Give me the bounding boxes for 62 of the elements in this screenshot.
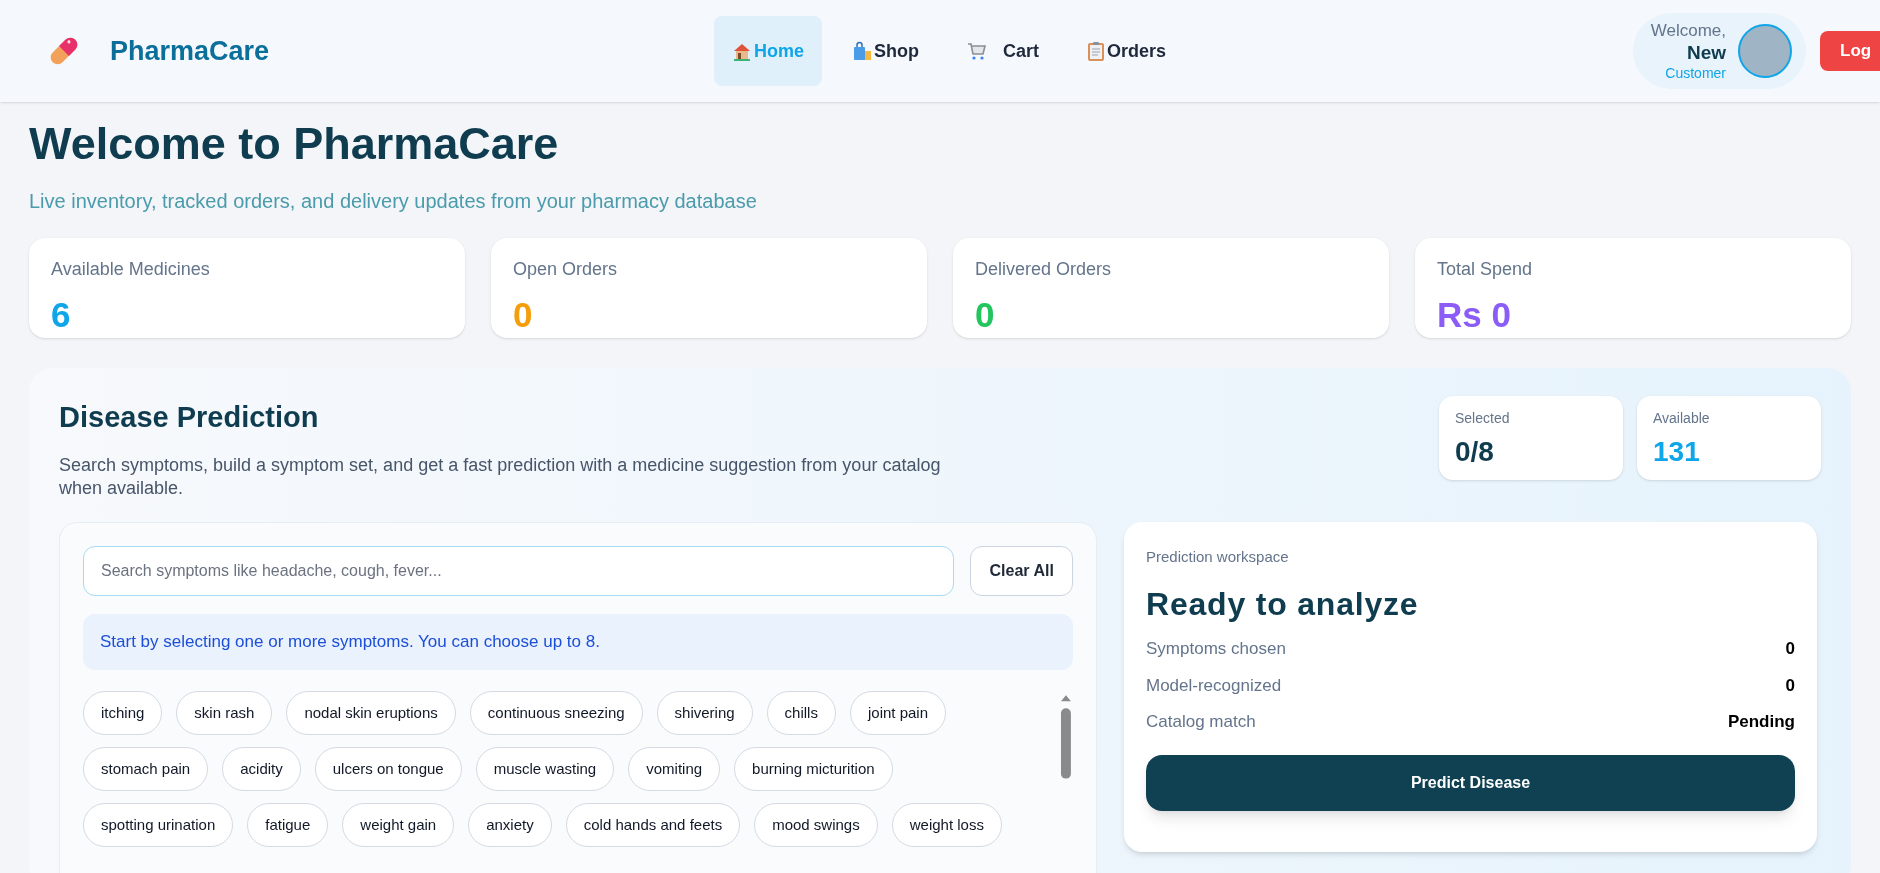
user-role: Customer <box>1665 64 1726 83</box>
cart-icon <box>967 41 987 61</box>
workspace-label: Catalog match <box>1146 711 1256 734</box>
symptom-chip[interactable]: anxiety <box>468 802 552 847</box>
workspace-label: Symptoms chosen <box>1146 638 1286 661</box>
symptom-chip[interactable]: shivering <box>656 690 753 735</box>
symptom-chip[interactable]: stomach pain <box>83 746 209 791</box>
nav-tab[interactable]: Cart <box>949 16 1058 86</box>
stat-value: 0 <box>975 294 996 337</box>
stat-value: 6 <box>51 294 72 337</box>
symptom-chip[interactable]: acidity <box>222 746 301 791</box>
hint-banner: Start by selecting one or more symptoms. You can choose up to 8. <box>83 613 1073 670</box>
section-title: Disease Prediction <box>59 400 320 436</box>
house-icon <box>732 41 752 61</box>
clipboard-icon <box>1087 41 1106 61</box>
counter-value: 131 <box>1653 435 1701 470</box>
symptom-chip[interactable]: continuous sneezing <box>469 690 643 735</box>
clear-all-button[interactable]: Clear All <box>970 545 1073 596</box>
symptom-chip[interactable]: ulcers on tongue <box>314 746 462 791</box>
user-badge[interactable]: Welcome, New Customer <box>1632 13 1806 89</box>
stat-value: Rs 0 <box>1437 294 1512 337</box>
search-field[interactable]: Search symptoms like headache, cough, fever... <box>83 545 955 596</box>
symptom-chip[interactable]: burning micturition <box>734 746 893 791</box>
symptom-chip[interactable]: fatigue <box>247 802 329 847</box>
brand-name: PharmaCare <box>110 34 270 68</box>
stat-label: Available Medicines <box>51 258 211 282</box>
user-name: New <box>1686 41 1726 65</box>
symptom-chip[interactable]: joint pain <box>849 690 946 735</box>
stat-value: 0 <box>513 294 534 337</box>
symptom-chip[interactable]: weight loss <box>891 802 1002 847</box>
symptom-chip[interactable]: nodal skin eruptions <box>286 690 456 735</box>
workspace-status: Ready to analyze <box>1146 585 1420 625</box>
predict-disease-button[interactable]: Predict Disease <box>1146 754 1795 811</box>
section-description: Search symptoms, build a symptom set, and get a fast prediction with a medicine suggestion from your catalog when available. <box>59 453 942 500</box>
workspace-value: 0 <box>1785 638 1795 661</box>
page-subtitle: Live inventory, tracked orders, and delivery updates from your pharmacy database <box>29 189 758 215</box>
symptom-chip[interactable]: chills <box>766 690 836 735</box>
stat-label: Total Spend <box>1437 258 1534 282</box>
workspace-value: Pending <box>1727 711 1795 734</box>
counter-label: Selected <box>1455 409 1511 429</box>
symptom-chip[interactable]: vomiting <box>628 746 721 791</box>
counter-value: 0/8 <box>1455 435 1495 470</box>
symptom-chip[interactable]: spotting urination <box>83 802 234 847</box>
avatar <box>1738 24 1792 78</box>
symptom-chip[interactable]: muscle wasting <box>475 746 615 791</box>
workspace-caption: Prediction workspace <box>1146 546 1290 567</box>
welcome-text: Welcome, <box>1650 19 1726 41</box>
workspace-label: Model-recognized <box>1146 674 1282 697</box>
symptom-chip[interactable]: mood swings <box>754 802 878 847</box>
counter-label: Available <box>1653 409 1711 429</box>
shopping-bag-icon <box>852 41 872 61</box>
stat-label: Open Orders <box>513 258 619 282</box>
logout-button[interactable]: Log <box>1820 31 1880 71</box>
workspace-value: 0 <box>1785 674 1795 697</box>
symptom-chip[interactable]: cold hands and feets <box>565 802 741 847</box>
symptom-chip[interactable]: skin rash <box>176 690 273 735</box>
symptom-chip[interactable]: weight gain <box>342 802 455 847</box>
page-title: Welcome to PharmaCare <box>29 117 560 171</box>
nav-tab[interactable]: Orders <box>1069 16 1185 86</box>
stat-label: Delivered Orders <box>975 258 1113 282</box>
nav-tab[interactable]: Shop <box>834 16 937 86</box>
symptom-chip[interactable]: itching <box>83 690 163 735</box>
